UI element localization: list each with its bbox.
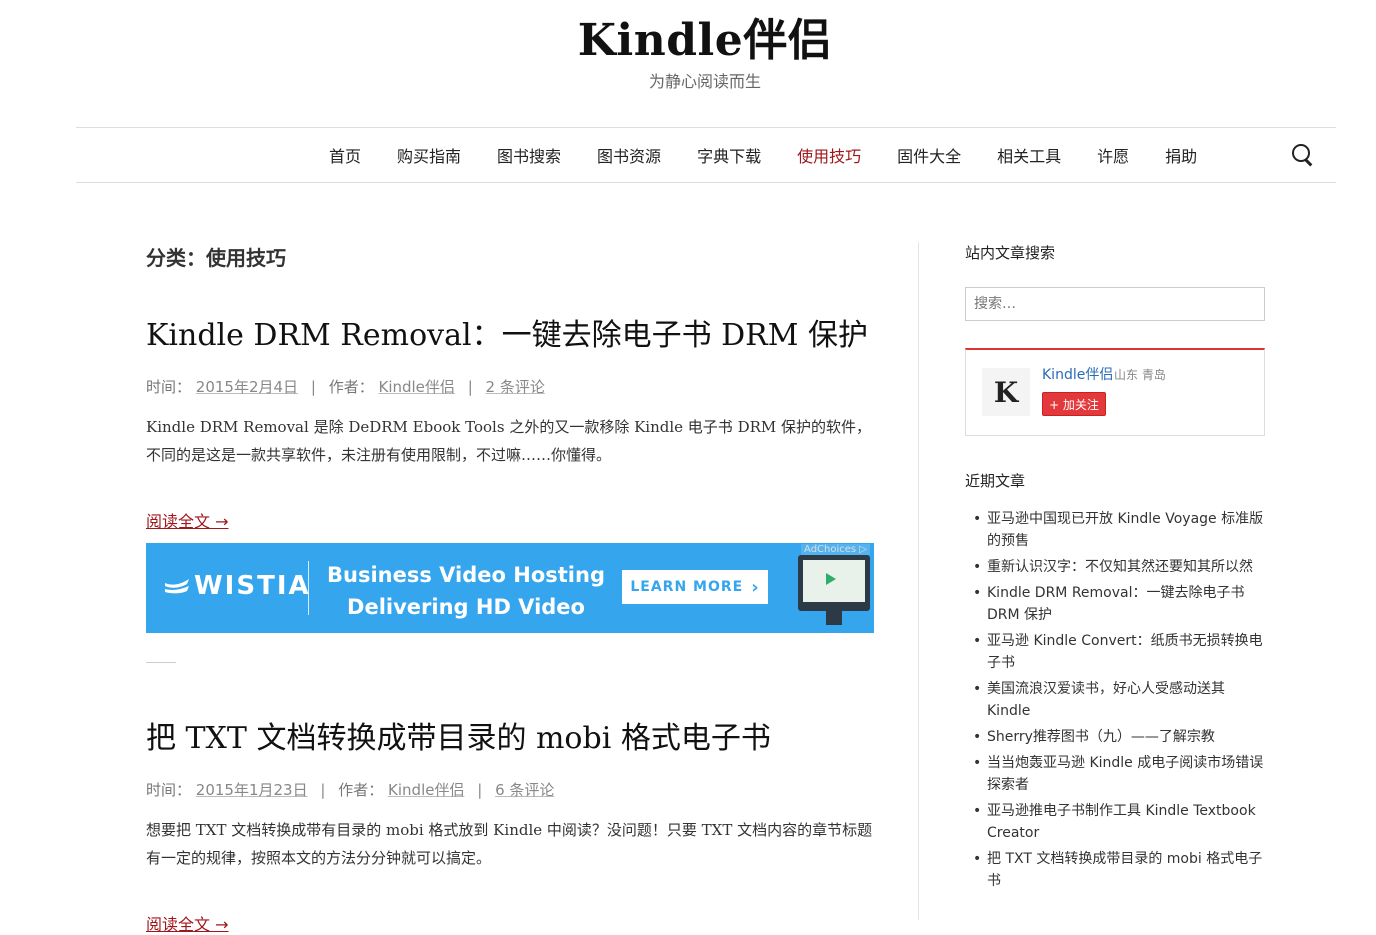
search-widget-title: 站内文章搜索	[965, 244, 1056, 262]
recent-post-item[interactable]: 亚马逊 Kindle Convert：纸质书无损转换电子书	[965, 630, 1265, 674]
recent-post-item[interactable]: 美国流浪汉爱读书，好心人受感动送其 Kindle	[965, 678, 1265, 722]
avatar[interactable]: K	[982, 368, 1030, 416]
nav-item-tools[interactable]: 相关工具	[997, 143, 1061, 167]
post-comments-link[interactable]: 6 条评论	[495, 781, 554, 799]
post-excerpt: Kindle DRM Removal 是除 DeDRM Ebook Tools …	[146, 418, 872, 464]
monitor-icon	[798, 555, 870, 625]
recent-post-item[interactable]: Kindle DRM Removal：一键去除电子书 DRM 保护	[965, 582, 1265, 626]
search-icon[interactable]	[1290, 142, 1316, 168]
nav-item-dictionary-download[interactable]: 字典下载	[697, 143, 761, 167]
chevron-right-icon: ›	[751, 576, 760, 598]
weibo-location: 山东 青岛	[1114, 368, 1166, 382]
nav-item-buying-guide[interactable]: 购买指南	[397, 143, 461, 167]
recent-posts-title: 近期文章	[965, 472, 1026, 490]
meta-separator: |	[477, 781, 483, 799]
nav-item-firmware[interactable]: 固件大全	[897, 143, 961, 167]
weibo-widget: K Kindle伴侣 山东 青岛 + 加关注	[965, 348, 1265, 436]
date-label: 时间：	[146, 378, 192, 396]
nav-item-home[interactable]: 首页	[329, 143, 361, 167]
post-divider	[146, 662, 176, 663]
ad-headline-line2: Delivering HD Video	[347, 595, 585, 619]
date-label: 时间：	[146, 781, 192, 799]
ad-button-label: LEARN MORE	[630, 579, 744, 595]
post-title[interactable]: 把 TXT 文档转换成带目录的 mobi 格式电子书	[146, 721, 771, 756]
post-title[interactable]: Kindle DRM Removal：一键去除电子书 DRM 保护	[146, 318, 868, 353]
archive-title: 分类：使用技巧	[146, 246, 286, 270]
post-entry: Kindle DRM Removal：一键去除电子书 DRM 保护 时间： 20…	[146, 310, 876, 532]
meta-separator: |	[310, 378, 316, 396]
ad-headline: Business Video Hosting Delivering HD Vid…	[326, 559, 606, 623]
nav-item-wish[interactable]: 许愿	[1097, 143, 1129, 167]
recent-post-item[interactable]: 重新认识汉字：不仅知其然还要知其所以然	[965, 556, 1265, 578]
post-entry: 把 TXT 文档转换成带目录的 mobi 格式电子书 时间： 2015年1月23…	[146, 713, 876, 935]
nav-item-tips[interactable]: 使用技巧	[797, 143, 861, 167]
post-date-link[interactable]: 2015年2月4日	[196, 378, 298, 396]
ad-brand-logo: WISTIA	[164, 571, 311, 601]
ad-divider	[308, 561, 309, 615]
nav-menu: 首页 购买指南 图书搜索 图书资源 字典下载 使用技巧 固件大全 相关工具 许愿…	[329, 128, 1233, 182]
wistia-logo-icon	[165, 579, 189, 594]
main-content: 分类：使用技巧 Kindle DRM Removal：一键去除电子书 DRM 保…	[146, 240, 876, 934]
recent-post-item[interactable]: 亚马逊中国现已开放 Kindle Voyage 标准版的预售	[965, 508, 1265, 552]
post-comments-link[interactable]: 2 条评论	[486, 378, 545, 396]
ad-brand-text: WISTIA	[194, 571, 311, 601]
adchoices-link[interactable]: AdChoices ▷	[801, 544, 870, 555]
post-meta: 时间： 2015年2月4日 | 作者： Kindle伴侣 | 2 条评论	[146, 376, 876, 397]
post-date-link[interactable]: 2015年1月23日	[196, 781, 308, 799]
search-input[interactable]	[965, 287, 1265, 321]
post-author-link[interactable]: Kindle伴侣	[378, 378, 454, 396]
recent-post-item[interactable]: 把 TXT 文档转换成带目录的 mobi 格式电子书	[965, 848, 1265, 892]
sidebar-divider	[918, 242, 919, 920]
recent-post-item[interactable]: 亚马逊推电子书制作工具 Kindle Textbook Creator	[965, 800, 1265, 844]
play-icon	[826, 573, 836, 585]
ad-learn-more-button[interactable]: LEARN MORE ›	[622, 570, 768, 604]
follow-button[interactable]: + 加关注	[1042, 392, 1106, 416]
main-navigation: 首页 购买指南 图书搜索 图书资源 字典下载 使用技巧 固件大全 相关工具 许愿…	[76, 127, 1336, 183]
meta-separator: |	[467, 378, 473, 396]
site-title[interactable]: Kindle伴侣	[0, 4, 1376, 68]
recent-post-item[interactable]: Sherry推荐图书（九）——了解宗教	[965, 726, 1265, 748]
nav-item-donate[interactable]: 捐助	[1165, 143, 1197, 167]
author-label: 作者：	[328, 378, 374, 396]
recent-posts-list: 亚马逊中国现已开放 Kindle Voyage 标准版的预售 重新认识汉字：不仅…	[965, 508, 1265, 896]
site-tagline: 为静心阅读而生	[648, 72, 761, 91]
meta-separator: |	[320, 781, 326, 799]
post-meta: 时间： 2015年1月23日 | 作者： Kindle伴侣 | 6 条评论	[146, 779, 876, 800]
nav-item-book-resources[interactable]: 图书资源	[597, 143, 661, 167]
read-more-link[interactable]: 阅读全文 →	[146, 508, 229, 532]
nav-item-book-search[interactable]: 图书搜索	[497, 143, 561, 167]
post-excerpt: 想要把 TXT 文档转换成带有目录的 mobi 格式放到 Kindle 中阅读？…	[146, 821, 873, 867]
weibo-name-link[interactable]: Kindle伴侣	[1042, 364, 1113, 384]
ad-banner[interactable]: WISTIA Business Video Hosting Delivering…	[146, 543, 874, 633]
read-more-link[interactable]: 阅读全文 →	[146, 911, 229, 935]
ad-headline-line1: Business Video Hosting	[327, 563, 605, 587]
post-author-link[interactable]: Kindle伴侣	[388, 781, 464, 799]
recent-post-item[interactable]: 当当炮轰亚马逊 Kindle 成电子阅读市场错误探索者	[965, 752, 1265, 796]
author-label: 作者：	[338, 781, 384, 799]
